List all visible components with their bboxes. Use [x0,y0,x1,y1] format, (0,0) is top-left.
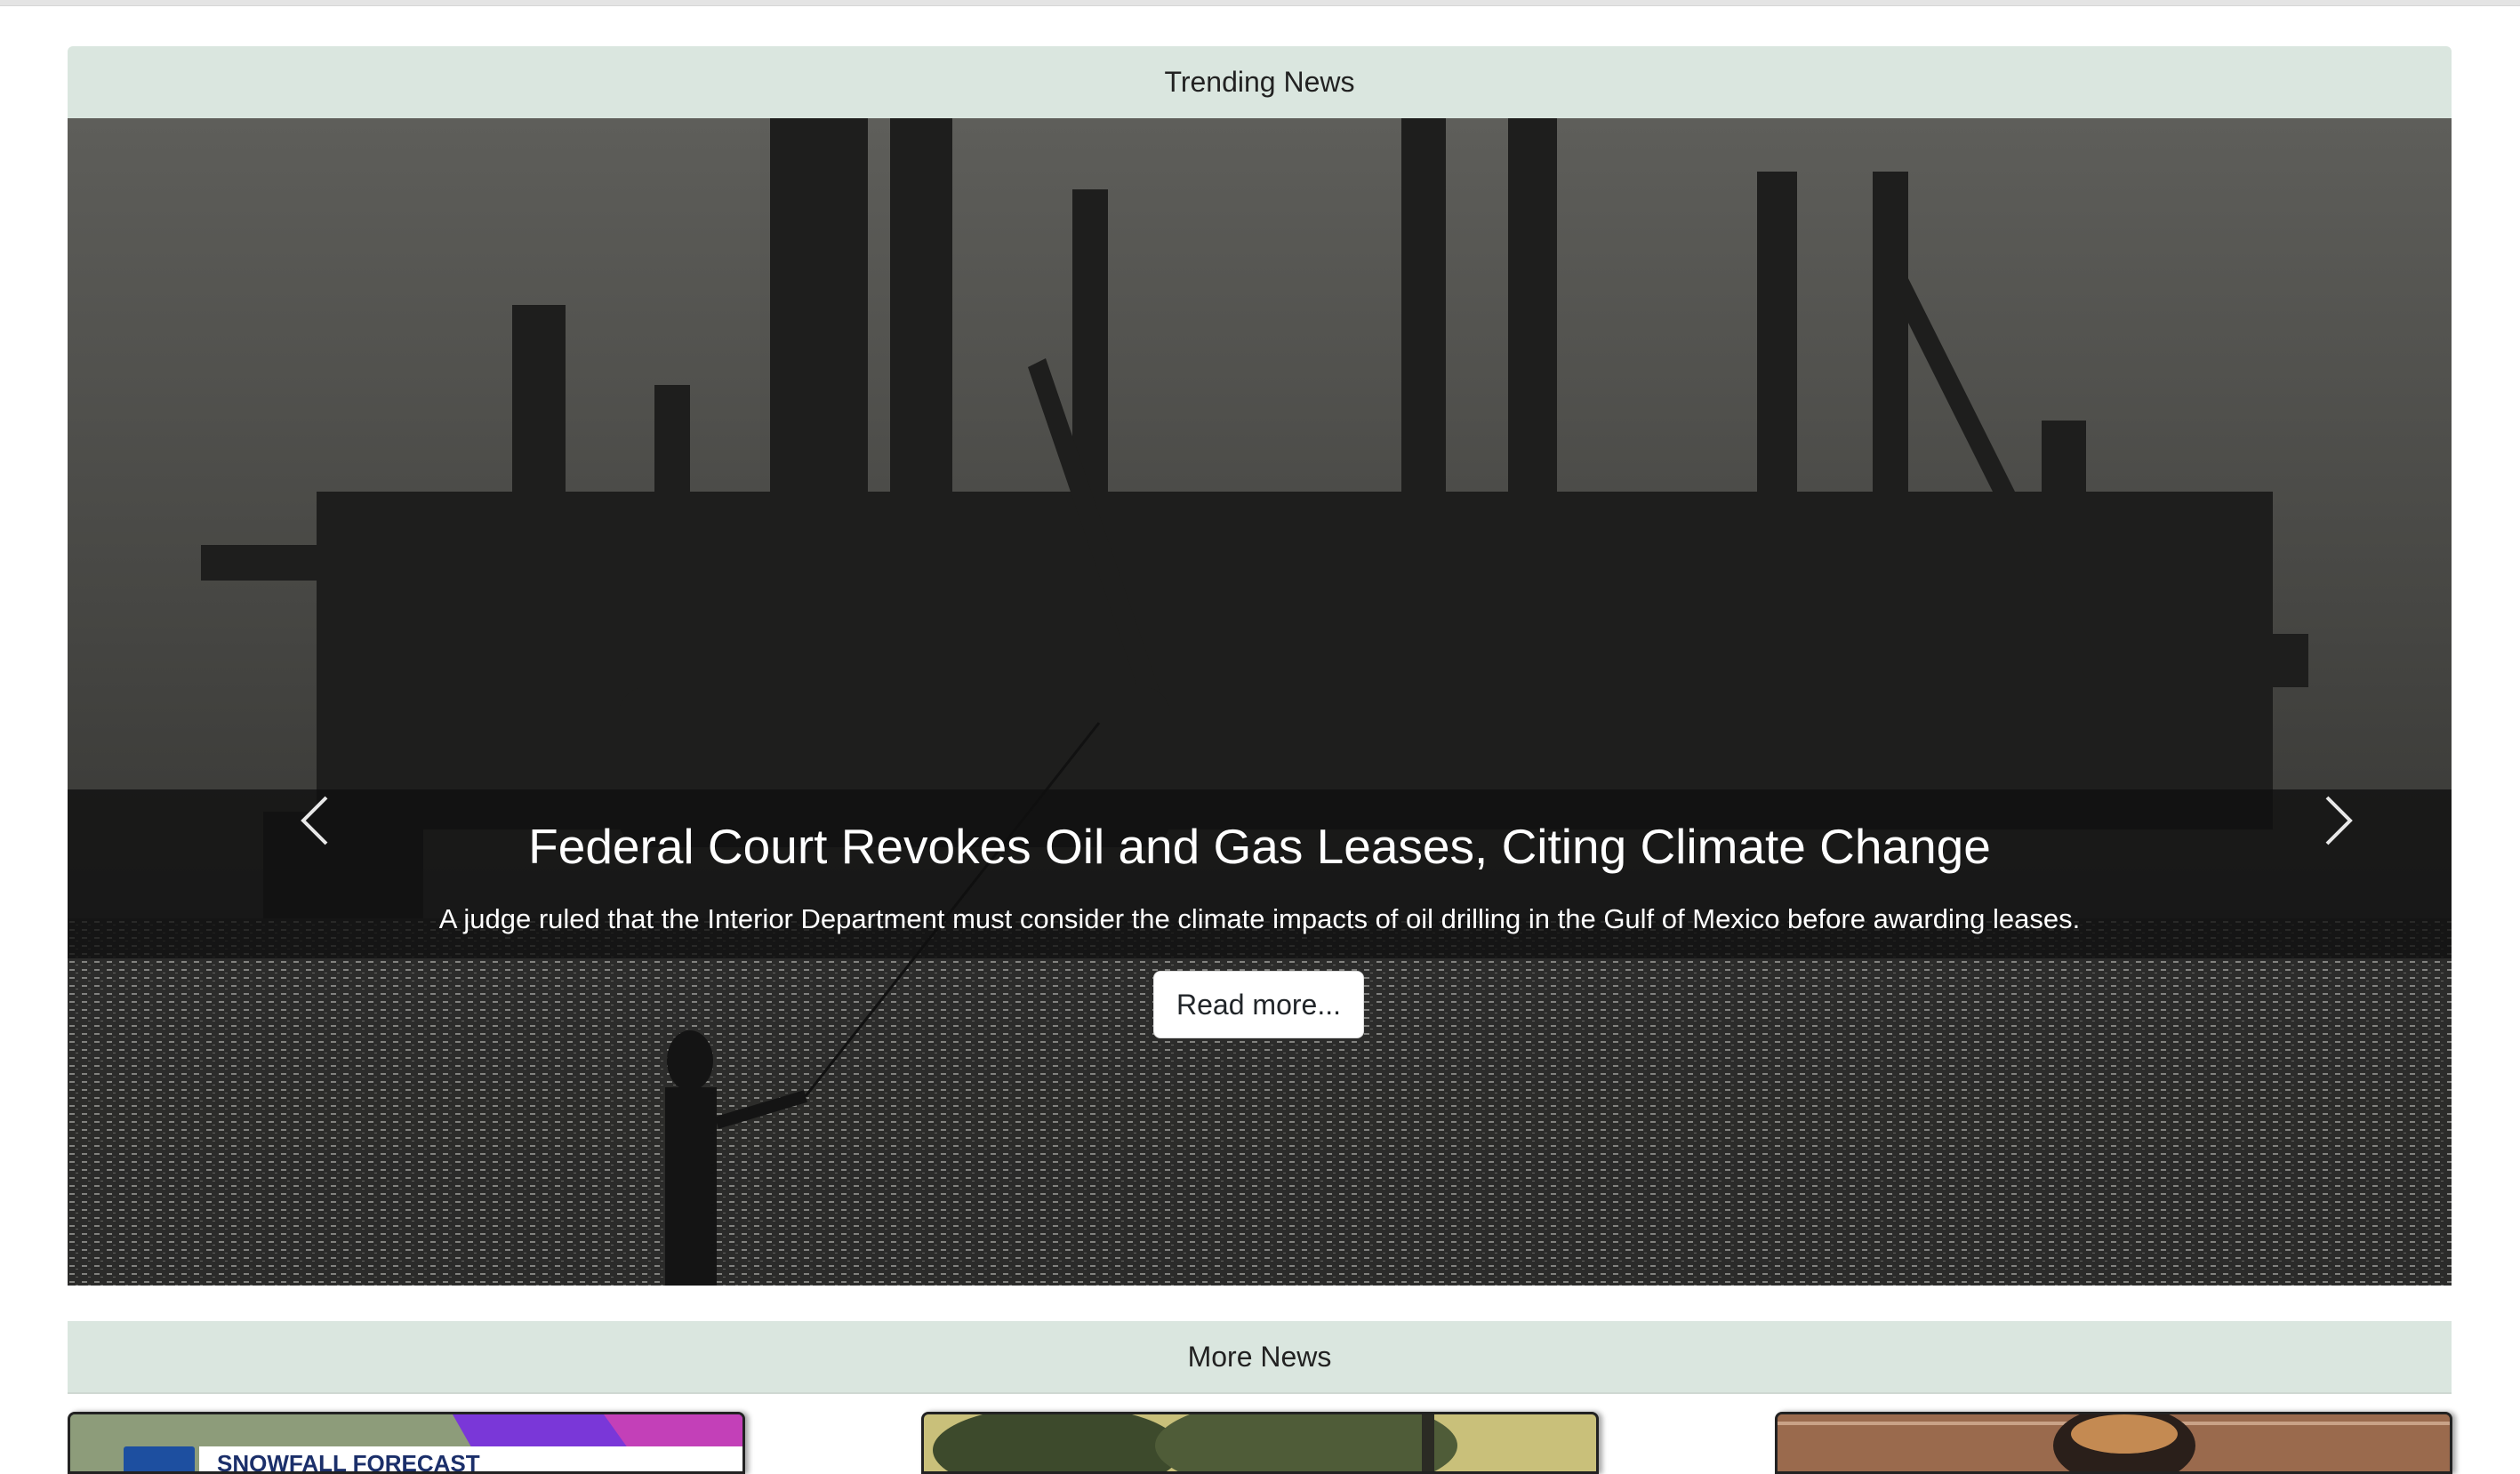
top-divider [0,0,2520,6]
storm-badge [124,1446,195,1471]
carousel-prev-button[interactable] [283,776,345,865]
news-card[interactable]: SNOWFALL FORECAST [68,1412,745,1474]
news-card[interactable] [1775,1412,2452,1474]
slide-description: A judge ruled that the Interior Departme… [438,903,2081,934]
more-news-header: More News [68,1321,2452,1394]
chevron-left-icon [301,796,328,845]
slide-title: Federal Court Revokes Oil and Gas Leases… [528,819,1991,874]
news-card-label: SNOWFALL FORECAST [217,1450,480,1474]
slide-image [68,118,2452,1286]
more-news-title: More News [1187,1340,1332,1373]
chevron-right-icon [2325,796,2353,845]
read-more-button[interactable]: Read more... [1153,971,1364,1038]
trending-news-title: Trending News [1164,66,1355,98]
trending-news-header: Trending News [68,46,2452,118]
news-carousel[interactable]: Federal Court Revokes Oil and Gas Leases… [68,118,2452,1286]
news-card[interactable] [921,1412,1599,1474]
news-card-image [1778,1414,2450,1471]
carousel-next-button[interactable] [2308,776,2371,865]
news-card-image [924,1414,1596,1471]
